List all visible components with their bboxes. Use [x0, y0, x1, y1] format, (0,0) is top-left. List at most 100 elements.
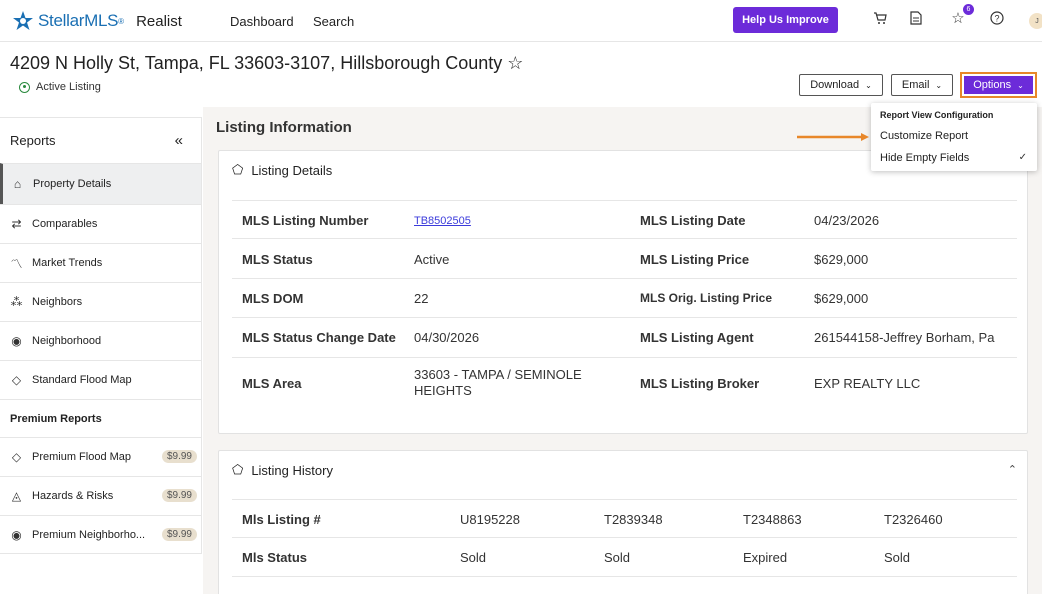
field-label: MLS Area — [242, 376, 302, 391]
sidebar-item-premium-neighborhood[interactable]: ◉ Premium Neighborho... $9.99 — [0, 515, 201, 554]
field-value: $629,000 — [814, 291, 869, 306]
field-value: T2348863 — [743, 512, 802, 527]
checkmark-icon: ✓ — [1018, 152, 1027, 163]
field-value: 22 — [414, 291, 429, 306]
field-label: MLS Listing Price — [640, 252, 750, 267]
field-label: Mls Listing # — [242, 512, 321, 527]
field-value: HEIGHTS — [414, 383, 472, 398]
field-label: MLS DOM — [242, 291, 304, 306]
email-label: Email — [901, 79, 930, 91]
pin-icon: ◉ — [11, 528, 22, 542]
table-row: Mls Listing # U8195228 T2839348 T2348863… — [232, 499, 1017, 538]
drop-icon: ◇ — [11, 450, 22, 464]
field-value: Expired — [743, 550, 788, 565]
menu-item-hide-empty-fields[interactable]: Hide Empty Fields — [880, 152, 969, 164]
sidebar-item-hazards-risks[interactable]: ◬ Hazards & Risks $9.99 — [0, 476, 201, 515]
collapse-sidebar-icon[interactable]: « — [175, 132, 183, 149]
card-title: Listing Details — [251, 162, 333, 178]
star-logo-icon — [13, 11, 33, 30]
field-value: 33603 - TAMPA / SEMINOLE — [414, 367, 582, 382]
reports-sidebar: Reports « ⌂ Property Details ⇄ Comparabl… — [0, 117, 202, 554]
cart-icon[interactable] — [870, 8, 890, 28]
sidebar-item-label: Property Details — [33, 178, 112, 190]
document-icon[interactable] — [906, 8, 926, 28]
logo-registered: ® — [118, 16, 125, 26]
field-label: Mls Status — [242, 550, 308, 565]
trend-icon: 〽 — [10, 256, 23, 271]
property-address: 4209 N Holly St, Tampa, FL 33603-3107, H… — [10, 53, 524, 73]
field-label: MLS Listing Date — [640, 213, 746, 228]
sidebar-item-label: Premium Flood Map — [32, 451, 132, 463]
table-row: MLS Area 33603 - TAMPA / SEMINOLE HEIGHT… — [232, 358, 1017, 408]
listing-history-card: ⬠ Listing History ⌃ Mls Listing # U81952… — [218, 450, 1028, 594]
sidebar-item-label: Comparables — [32, 218, 98, 230]
field-value: EXP REALTY LLC — [814, 376, 921, 391]
logo-text: StellarMLS — [38, 11, 119, 30]
chevron-up-icon[interactable]: ⌃ — [1008, 463, 1017, 476]
sidebar-item-label: Standard Flood Map — [32, 374, 132, 386]
stellar-logo[interactable]: StellarMLS ® Realist — [12, 10, 182, 32]
mls-number-link[interactable]: TB8502505 — [414, 215, 471, 227]
sidebar-item-label: Hazards & Risks — [32, 490, 114, 502]
field-value: T2326460 — [884, 512, 943, 527]
hazard-icon: ◬ — [11, 489, 22, 503]
svg-text:?: ? — [994, 14, 999, 24]
download-button[interactable]: Download ⌄ — [799, 74, 883, 96]
tag-icon: ⬠ — [232, 462, 244, 477]
sidebar-item-premium-flood-map[interactable]: ◇ Premium Flood Map $9.99 — [0, 437, 201, 476]
chevron-down-icon: ⌄ — [1017, 80, 1024, 90]
field-value: Sold — [460, 550, 487, 565]
options-button[interactable]: Options ⌄ — [960, 72, 1037, 98]
email-button[interactable]: Email ⌄ — [891, 74, 953, 96]
table-row: MLS DOM 22 MLS Orig. Listing Price $629,… — [232, 279, 1017, 318]
chevron-down-icon: ⌄ — [865, 80, 872, 90]
field-label: MLS Listing Agent — [640, 330, 754, 345]
nav-dashboard-link[interactable]: Dashboard — [230, 14, 294, 29]
listing-status: Active Listing — [19, 81, 101, 93]
field-label: MLS Listing Broker — [640, 376, 760, 391]
table-row: MLS Status Active MLS Listing Price $629… — [232, 240, 1017, 279]
field-value: Sold — [884, 550, 911, 565]
tag-icon: ⬠ — [232, 162, 244, 177]
sidebar-item-neighbors[interactable]: ⁂ Neighbors — [0, 282, 201, 321]
compare-icon: ⇄ — [11, 217, 22, 231]
sidebar-header: Reports « — [0, 118, 201, 163]
home-icon: ⌂ — [13, 177, 22, 191]
options-label: Options — [973, 79, 1012, 91]
listing-history-header[interactable]: ⬠ Listing History ⌃ — [219, 451, 1027, 489]
drop-icon: ◇ — [11, 373, 22, 387]
sidebar-item-comparables[interactable]: ⇄ Comparables — [0, 204, 201, 243]
field-label: MLS Status — [242, 252, 313, 267]
sidebar-item-label: Market Trends — [32, 257, 103, 269]
people-icon: ⁂ — [10, 295, 23, 309]
sidebar-item-neighborhood[interactable]: ◉ Neighborhood — [0, 321, 201, 360]
field-label: MLS Orig. Listing Price — [640, 291, 773, 305]
field-value: 04/23/2026 — [814, 213, 880, 228]
field-value: U8195228 — [460, 512, 520, 527]
sidebar-item-label: Neighbors — [32, 296, 83, 308]
status-text: Active Listing — [36, 81, 101, 93]
sidebar-item-property-details[interactable]: ⌂ Property Details — [0, 163, 201, 204]
menu-item-customize-report[interactable]: Customize Report — [880, 130, 968, 142]
listing-details-card: ⬠ Listing Details MLS Listing Number TB8… — [218, 150, 1028, 434]
table-row: Mls Status Sold Sold Expired Sold — [232, 538, 1017, 577]
premium-reports-heading: Premium Reports — [0, 399, 201, 437]
price-badge: $9.99 — [161, 528, 197, 541]
user-avatar[interactable]: J — [1029, 13, 1042, 29]
section-title: Listing Information — [216, 119, 352, 136]
notification-badge: 6 — [963, 4, 974, 15]
help-icon[interactable]: ? — [987, 8, 1007, 28]
top-navbar: StellarMLS ® Realist Dashboard Search He… — [0, 0, 1042, 42]
sidebar-item-market-trends[interactable]: 〽 Market Trends — [0, 243, 201, 282]
sidebar-item-label: Premium Neighborho... — [32, 529, 146, 541]
options-dropdown-menu: Report View Configuration Customize Repo… — [871, 103, 1037, 171]
nav-search-link[interactable]: Search — [313, 14, 354, 29]
field-value: 261544158-Jeffrey Borham, Pa — [814, 330, 995, 345]
chevron-down-icon: ⌄ — [935, 80, 943, 90]
help-us-improve-button[interactable]: Help Us Improve — [733, 7, 838, 33]
field-label: MLS Status Change Date — [242, 330, 396, 345]
field-value: Sold — [604, 550, 631, 565]
pin-icon: ◉ — [11, 334, 22, 348]
field-value: $629,000 — [814, 252, 869, 267]
sidebar-item-standard-flood-map[interactable]: ◇ Standard Flood Map — [0, 360, 201, 399]
